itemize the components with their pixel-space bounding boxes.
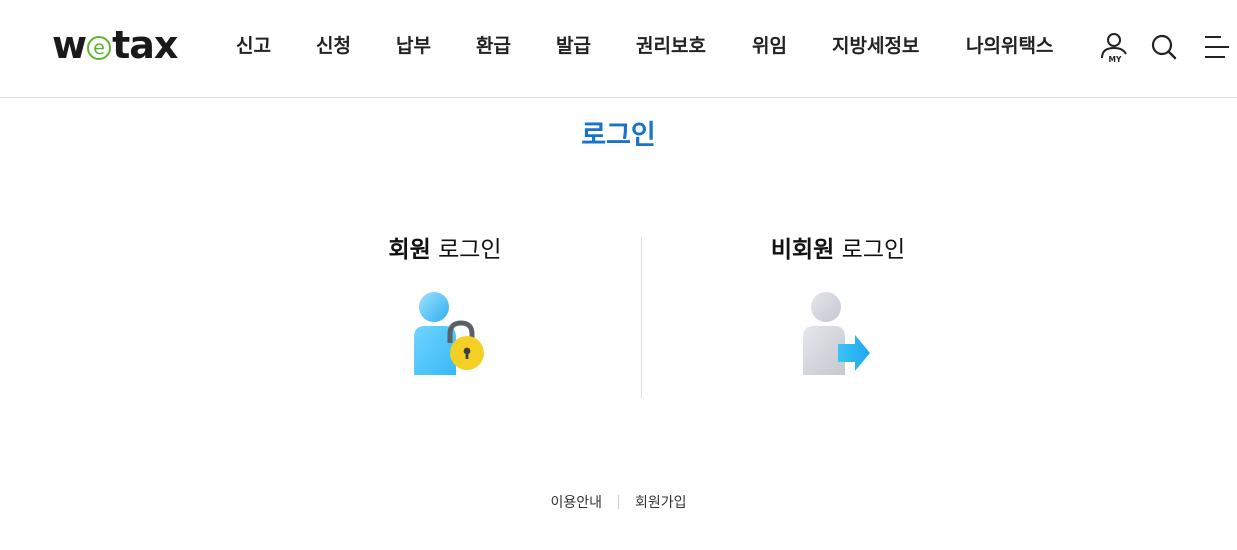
nav-item-rights[interactable]: 권리보호 [636,33,706,59]
guest-login-button[interactable]: 비회원 로그인 [638,233,1038,387]
logo-w: w [52,23,87,67]
member-login-button[interactable]: 회원 로그인 [245,233,645,387]
nav-item-issue[interactable]: 발급 [556,33,591,59]
nav-item-payment[interactable]: 납부 [396,33,431,59]
my-button[interactable]: MY [1098,30,1132,64]
search-button[interactable] [1150,33,1178,61]
user-my-icon: MY [1101,33,1127,64]
search-icon [1151,34,1177,60]
footer-links: 이용안내 회원가입 [0,492,1237,514]
footer-separator [618,495,619,509]
logo-tax: tax [112,23,178,67]
hamburger-menu-icon [1205,36,1229,58]
sign-up-link[interactable]: 회원가입 [635,495,687,511]
guest-login-bold: 비회원 [770,237,835,263]
menu-button[interactable] [1203,34,1231,60]
nav-item-report[interactable]: 신고 [236,33,271,59]
member-lock-icon [414,292,484,375]
member-login-heading: 회원 로그인 [245,233,645,267]
nav-item-delegation[interactable]: 위임 [752,33,787,59]
logo-e-circle: e [87,36,112,60]
my-label: MY [1109,55,1122,64]
site-header: w e tax 신고 신청 납부 환급 발급 권리보호 위임 지방세정보 나의위택스… [0,0,1237,98]
usage-guide-link[interactable]: 이용안내 [550,495,602,511]
member-login-rest: 로그인 [430,237,502,263]
nav-item-local-tax-info[interactable]: 지방세정보 [832,33,919,59]
page-title: 로그인 [581,120,656,151]
member-login-bold: 회원 [388,237,431,263]
nav-item-refund[interactable]: 환급 [476,33,511,59]
guest-login-heading: 비회원 로그인 [638,233,1038,267]
guest-login-rest: 로그인 [834,237,906,263]
nav-item-apply[interactable]: 신청 [316,33,351,59]
guest-arrow-icon [803,292,870,375]
wetax-logo[interactable]: w e tax [52,23,178,67]
nav-item-my-wetax[interactable]: 나의위택스 [966,33,1053,59]
